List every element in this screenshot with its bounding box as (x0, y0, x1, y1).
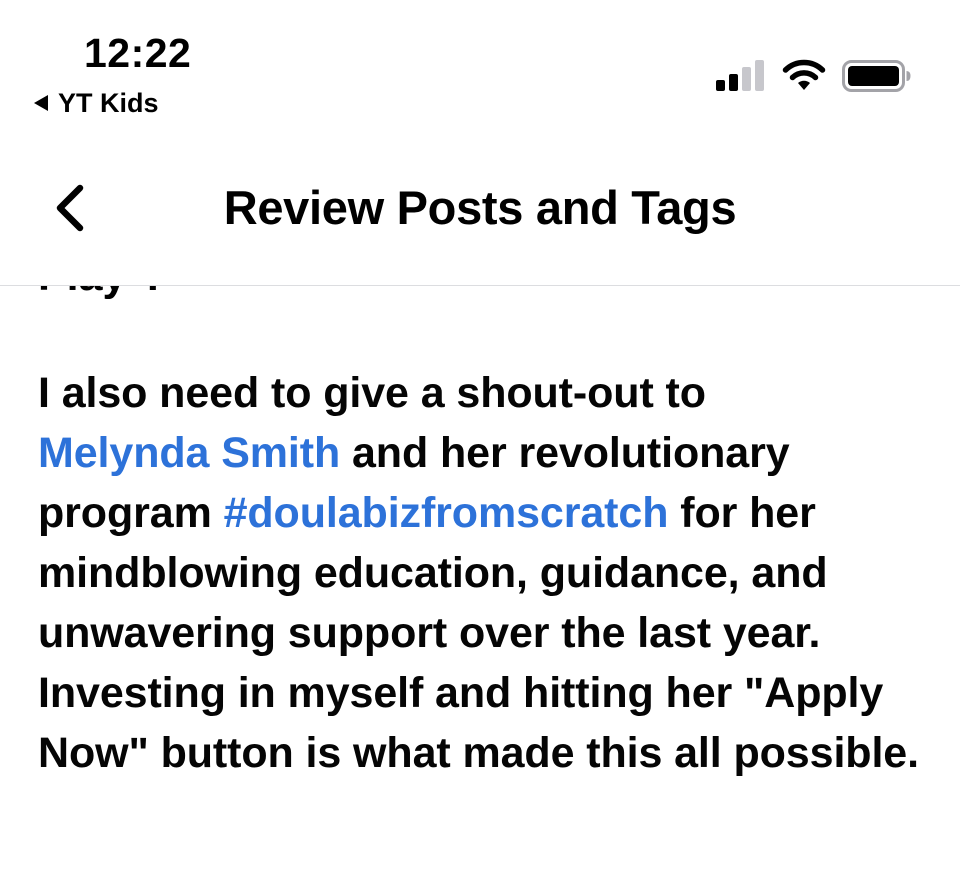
post-text-segment: and her revolutionary (340, 429, 790, 477)
back-to-app-button[interactable]: YT Kids (34, 88, 159, 118)
mention-link[interactable]: Melynda Smith (38, 429, 340, 477)
post-content: Play". I also need to give a shout-out t… (0, 286, 960, 874)
cellular-signal-icon (716, 60, 764, 91)
clipped-previous-line: Play". (38, 286, 159, 306)
post-text-segment: I also need to give a shout-out to (38, 369, 706, 417)
battery-icon (842, 60, 911, 92)
status-time: 12:22 (84, 30, 192, 76)
post-text: I also need to give a shout-out to Melynd… (38, 363, 938, 783)
wifi-icon (782, 59, 826, 90)
page-title-text: Review Posts and Tags (223, 181, 737, 234)
hashtag-link[interactable]: #doulabizfromscratch (224, 489, 669, 537)
back-app-label: YT Kids (58, 87, 159, 118)
back-triangle-icon (34, 95, 48, 111)
page-title: Review Posts and Tags (0, 180, 960, 236)
post-text-segment: program (38, 489, 224, 537)
